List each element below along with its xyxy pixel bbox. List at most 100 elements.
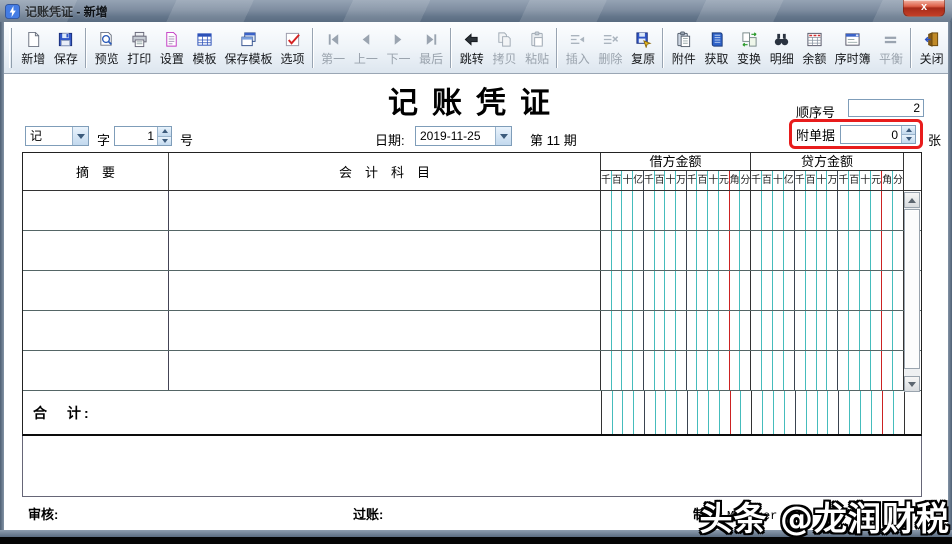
digit-label: 十 [817, 171, 828, 190]
summary-cell[interactable] [23, 351, 169, 390]
credit-amount-cell[interactable] [751, 191, 904, 230]
toolbar-button-label: 获取 [704, 51, 729, 66]
stepper-down-icon[interactable] [158, 135, 171, 145]
toolbar-button-save-template[interactable]: 保存模板 [221, 26, 276, 70]
debit-header: 借方金额 [601, 153, 750, 171]
printer-icon [129, 30, 149, 49]
toolbar-button-template[interactable]: 模板 [188, 26, 221, 70]
sequence-input[interactable] [848, 99, 924, 117]
digit-cell [752, 391, 763, 434]
toolbar-button-print-preview[interactable]: 预览 [90, 26, 123, 70]
digit-label: 亿 [784, 171, 795, 190]
toolbar-button-new-document[interactable]: 新增 [17, 26, 50, 70]
toolbar-button-first: 第一 [317, 26, 350, 70]
toolbar-button-exit[interactable]: 关闭 [915, 26, 948, 70]
toolbar-button-jump[interactable]: 跳转 [455, 26, 488, 70]
summary-cell[interactable] [23, 271, 169, 310]
digit-cell [795, 191, 806, 230]
debit-amount-cell[interactable] [601, 271, 751, 310]
debit-amount-cell[interactable] [601, 311, 751, 350]
toolbar-button-attachment[interactable]: 附件 [667, 26, 700, 70]
toolbar-button-label: 序时簿 [834, 51, 871, 66]
digit-cell [762, 271, 773, 310]
toolbar-button-next: 下一 [382, 26, 415, 70]
toolbar-button-options[interactable]: 选项 [276, 26, 309, 70]
toolbar-button-save[interactable]: 保存 [50, 26, 83, 70]
period-text: 第 11 期 [530, 133, 577, 148]
debit-amount-cell[interactable] [601, 191, 751, 230]
vertical-scrollbar[interactable] [904, 192, 920, 392]
attachment-stepper[interactable]: 0 [840, 124, 916, 144]
digit-cell [784, 271, 795, 310]
digit-label: 千 [644, 171, 655, 190]
stepper-down-icon[interactable] [902, 133, 915, 143]
digit-label: 百 [697, 171, 709, 190]
digit-cell [817, 191, 828, 230]
digit-cell [882, 191, 893, 230]
summary-cell[interactable] [23, 231, 169, 270]
digit-cell [676, 231, 687, 270]
summary-cell[interactable] [23, 191, 169, 230]
digit-cell [871, 271, 883, 310]
balance-check-icon [881, 30, 901, 49]
digit-cell [827, 311, 839, 350]
digit-cell [622, 191, 634, 230]
digit-label: 万 [827, 171, 839, 190]
digit-cell [666, 391, 678, 434]
attachment-highlight-box: 附单据 0 [789, 119, 923, 149]
toolbar-button-page-setup[interactable]: 设置 [156, 26, 189, 70]
scroll-up-icon[interactable] [904, 192, 920, 208]
toolbar-button-balance[interactable]: 余额 [798, 26, 831, 70]
toolbar-button-fetch[interactable]: 获取 [700, 26, 733, 70]
chevron-down-icon[interactable] [72, 127, 88, 145]
toolbar-button-restore[interactable]: 复原 [627, 26, 660, 70]
credit-amount-cell[interactable] [751, 351, 904, 390]
exit-icon [922, 30, 942, 49]
toolbar-button-label: 保存模板 [224, 51, 273, 66]
toolbar-separator [556, 27, 559, 68]
debit-amount-cell[interactable] [601, 231, 751, 270]
stepper-up-icon[interactable] [902, 125, 915, 134]
digit-cell [784, 311, 795, 350]
summary-cell[interactable] [23, 311, 169, 350]
digit-cell [751, 311, 762, 350]
digit-cell [893, 231, 903, 270]
digit-cell [665, 191, 677, 230]
digit-cell [860, 311, 872, 350]
toolbar-button-printer[interactable]: 打印 [123, 26, 156, 70]
toolbar-button-journal[interactable]: 序时簿 [831, 26, 875, 70]
account-cell[interactable] [169, 351, 601, 390]
credit-amount-cell[interactable] [751, 271, 904, 310]
credit-amount-cell[interactable] [751, 231, 904, 270]
debit-amount-cell[interactable] [601, 351, 751, 390]
date-select[interactable]: 2019-11-25 [415, 126, 512, 146]
scroll-down-icon[interactable] [904, 376, 920, 392]
digit-cell [633, 231, 644, 270]
account-cell[interactable] [169, 271, 601, 310]
account-cell[interactable] [169, 231, 601, 270]
digit-cell [882, 351, 893, 390]
toolbar-button-transform[interactable]: 变换 [733, 26, 766, 70]
account-cell[interactable] [169, 191, 601, 230]
digit-cell [860, 191, 872, 230]
digit-cell [872, 391, 884, 434]
scrollbar-thumb[interactable] [904, 209, 920, 369]
digit-cell [774, 391, 785, 434]
voucher-number-stepper[interactable]: 1 [114, 126, 172, 146]
toolbar-button-label: 新增 [21, 51, 46, 66]
stepper-up-icon[interactable] [158, 127, 171, 136]
digit-cell [850, 391, 862, 434]
toolbar-button-label: 平衡 [878, 51, 903, 66]
digit-cell [871, 191, 883, 230]
account-cell[interactable] [169, 311, 601, 350]
toolbar-button-detail[interactable]: 明细 [765, 26, 798, 70]
digit-cell [838, 191, 850, 230]
close-button[interactable]: x [903, 0, 945, 17]
digit-cell [882, 311, 893, 350]
chevron-down-icon[interactable] [495, 127, 511, 145]
credit-amount-cell[interactable] [751, 311, 904, 350]
digit-cell [697, 351, 709, 390]
balance-icon [804, 30, 824, 49]
voucher-word-select[interactable]: 记 [25, 126, 89, 146]
toolbar-button-label: 下一 [386, 51, 411, 66]
